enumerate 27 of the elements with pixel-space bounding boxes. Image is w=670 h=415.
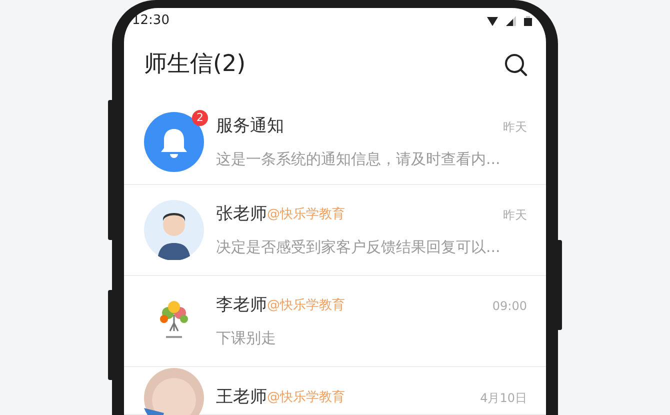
page-title: 师生信(2): [144, 51, 246, 79]
wifi-icon: [487, 16, 498, 26]
person-avatar-icon: [144, 200, 204, 260]
message-preview: 下课别走: [216, 328, 277, 348]
message-preview: 决定是否感受到家客户反馈结果回复可以...: [216, 236, 502, 258]
organization-tag: @快乐学教育: [267, 388, 345, 408]
contact-name: 李老师: [216, 294, 267, 317]
conversation-item[interactable]: 张老师@快乐学教育 昨天 决定是否感受到家客户反馈结果回复可以...: [124, 185, 546, 276]
message-preview: 这是一条系统的通知信息，请及时查看内...: [216, 148, 502, 170]
conversation-item[interactable]: 李老师@快乐学教育 09:00 下课别走: [124, 276, 546, 367]
organization-tag: @快乐学教育: [267, 296, 345, 316]
status-time: 12:30: [132, 12, 170, 30]
signal-icon: [506, 16, 516, 26]
message-time: 09:00: [492, 298, 527, 315]
organization-tag: @快乐学教育: [267, 205, 345, 224]
conversation-item[interactable]: 王老师@快乐学教育 4月10日: [124, 367, 546, 415]
unread-count: 2: [192, 110, 208, 126]
conversation-item[interactable]: 2 服务通知 昨天 这是一条系统的通知信息，请及时查看内...: [124, 100, 546, 185]
message-time: 昨天: [503, 118, 527, 136]
search-icon[interactable]: [504, 53, 528, 77]
contact-name: 张老师: [216, 203, 267, 226]
battery-icon: [524, 16, 532, 26]
message-time: 4月10日: [480, 390, 527, 406]
message-time: 昨天: [503, 206, 527, 224]
contact-name: 服务通知: [216, 115, 284, 138]
contact-name: 王老师: [216, 386, 267, 409]
bell-avatar-icon: [144, 112, 204, 172]
